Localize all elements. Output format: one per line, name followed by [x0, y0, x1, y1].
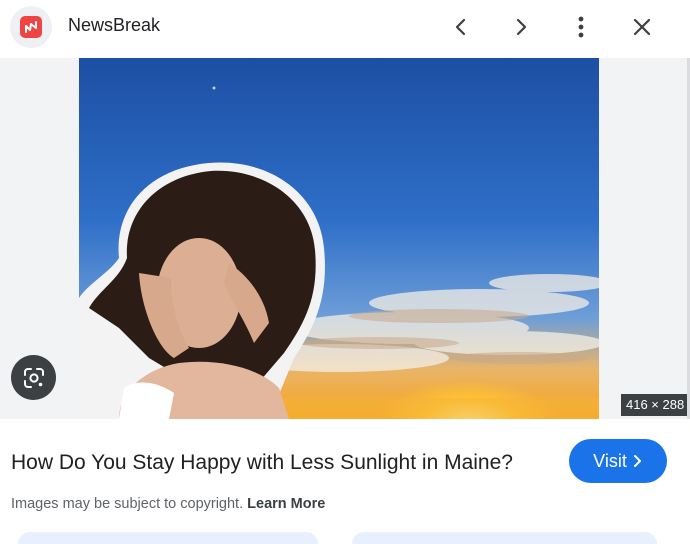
viewer-header: NewsBreak: [0, 0, 690, 58]
image-preview-area: 416 × 288: [0, 58, 690, 419]
google-lens-icon: [23, 367, 44, 388]
related-chip[interactable]: [18, 532, 318, 544]
close-button[interactable]: [622, 9, 662, 45]
copyright-text: Images may be subject to copyright.: [11, 496, 244, 512]
newsbreak-logo-icon: [20, 16, 42, 38]
chevron-right-icon: [516, 18, 527, 36]
visit-label: Visit: [593, 450, 627, 471]
previous-button[interactable]: [441, 9, 481, 45]
more-options-button[interactable]: [561, 9, 601, 45]
source-name[interactable]: NewsBreak: [68, 15, 160, 36]
learn-more-link[interactable]: Learn More: [247, 496, 325, 512]
preview-image[interactable]: [79, 58, 599, 419]
copyright-notice: Images may be subject to copyright. Lear…: [11, 496, 325, 512]
chevron-right-icon: [633, 455, 641, 467]
next-button[interactable]: [501, 9, 541, 45]
google-lens-button[interactable]: [11, 355, 56, 400]
more-vert-icon: [578, 16, 584, 38]
related-chip[interactable]: [352, 532, 657, 544]
chevron-left-icon: [455, 18, 466, 36]
source-logo[interactable]: [10, 6, 52, 48]
close-icon: [633, 18, 651, 36]
visit-button[interactable]: Visit: [569, 439, 667, 483]
image-dimensions: 416 × 288: [621, 394, 690, 416]
result-title[interactable]: How Do You Stay Happy with Less Sunlight…: [11, 451, 513, 475]
